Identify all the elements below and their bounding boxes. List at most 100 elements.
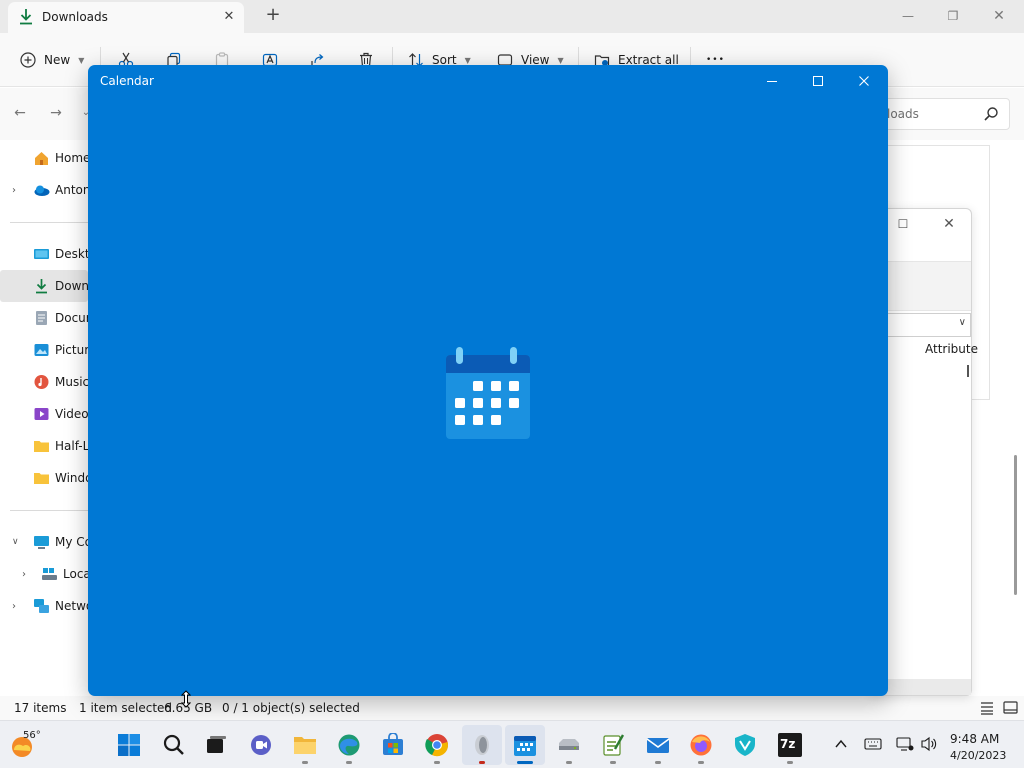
nav-item-folder-windows[interactable]: Windo — [0, 462, 93, 494]
close-icon[interactable]: ✕ — [984, 4, 1014, 28]
start-icon — [118, 734, 140, 756]
volume-icon[interactable] — [920, 736, 938, 752]
7zip-label: 7z — [780, 737, 796, 751]
chrome-button[interactable] — [417, 725, 457, 765]
download-icon — [36, 279, 47, 294]
new-button[interactable]: New ▼ — [20, 49, 84, 71]
document-icon — [36, 311, 47, 325]
folder-icon — [34, 473, 49, 484]
tab-downloads[interactable]: Downloads ✕ — [8, 2, 244, 33]
teams-button[interactable] — [241, 725, 281, 765]
explorer-scrollbar[interactable] — [1014, 455, 1017, 595]
calendar-splash-icon — [446, 347, 530, 439]
chevron-down-icon: ▼ — [78, 55, 85, 65]
chevron-up-icon[interactable] — [834, 737, 848, 751]
nav-item-music[interactable]: Music — [0, 366, 89, 398]
back-arrow-icon[interactable]: ← — [10, 103, 30, 123]
pictures-icon — [34, 344, 49, 356]
nav-item-videos[interactable]: Videos — [0, 398, 95, 430]
start-button[interactable] — [109, 725, 149, 765]
taskbar: 56° 7z 9:48 AM 4/20/2023 — [0, 720, 1024, 768]
drive-button[interactable] — [549, 725, 589, 765]
chevron-right-icon: › — [12, 184, 16, 196]
status-bar: 17 items 1 item selected 6.65 GB 0 / 1 o… — [0, 696, 1024, 720]
window-title: Calendar — [100, 74, 154, 88]
nav-item-folder-half-life[interactable]: Half-L — [0, 430, 89, 462]
running-indicator — [479, 761, 485, 764]
running-indicator — [346, 761, 352, 764]
system-tray: 9:48 AM 4/20/2023 — [828, 725, 1024, 765]
selection-count: 1 item selected — [79, 701, 173, 715]
tab-close-icon[interactable]: ✕ — [219, 7, 239, 27]
local-disk-icon — [42, 568, 57, 580]
weather-widget[interactable]: 56° — [10, 729, 58, 761]
forward-arrow-icon[interactable]: → — [46, 103, 66, 123]
file-explorer-button[interactable] — [285, 725, 325, 765]
nav-item-network[interactable]: › Netwo — [0, 590, 93, 622]
firefox-button[interactable] — [681, 725, 721, 765]
desktop-icon — [34, 249, 49, 259]
nav-item-documents[interactable]: Docur — [0, 302, 91, 334]
running-indicator — [610, 761, 616, 764]
chevron-right-icon: › — [12, 600, 16, 612]
weather-temp: 56° — [23, 730, 41, 741]
nav-item-pictures[interactable]: Pictur — [0, 334, 89, 366]
7zip-button[interactable]: 7z — [770, 725, 810, 765]
edge-icon — [338, 734, 360, 756]
vpn-button[interactable] — [725, 725, 765, 765]
attribute-column-header[interactable]: Attribute — [925, 342, 978, 356]
folder-icon — [34, 441, 49, 452]
calendar-button[interactable] — [505, 725, 545, 765]
view-toggles[interactable] — [980, 700, 1020, 716]
search-icon — [984, 107, 998, 121]
nav-item-downloads[interactable]: Downl — [0, 270, 92, 302]
keyboard-icon[interactable] — [864, 737, 882, 751]
search-box[interactable]: loads — [868, 98, 1010, 130]
nav-item-desktop[interactable]: Deskto — [0, 238, 97, 270]
close-icon[interactable]: ✕ — [938, 215, 960, 233]
search-button[interactable] — [154, 725, 194, 765]
app-icon — [475, 735, 489, 755]
new-tab-button[interactable]: + — [262, 5, 284, 27]
minimize-icon[interactable] — [752, 67, 792, 95]
app-button[interactable] — [462, 725, 502, 765]
divider — [10, 510, 88, 511]
column-resize-handle[interactable] — [967, 365, 969, 377]
notepad-button[interactable] — [593, 725, 633, 765]
teams-icon — [251, 735, 271, 755]
search-placeholder: loads — [887, 107, 919, 121]
running-indicator — [517, 761, 533, 764]
restore-icon[interactable]: ❐ — [938, 4, 968, 28]
running-indicator — [655, 761, 661, 764]
tiles-view-icon — [1003, 701, 1018, 714]
nav-item-local-disk[interactable]: › Loca — [0, 558, 91, 590]
clock-time[interactable]: 9:48 AM — [950, 732, 999, 746]
chevron-down-icon: ∨ — [958, 317, 966, 328]
store-button[interactable] — [373, 725, 413, 765]
minimize-icon[interactable]: — — [893, 4, 923, 28]
tab-title: Downloads — [42, 10, 108, 24]
home-icon — [35, 152, 48, 165]
edge-button[interactable] — [329, 725, 369, 765]
running-indicator — [787, 761, 793, 764]
clock-date[interactable]: 4/20/2023 — [950, 749, 1006, 762]
plus-circle-icon — [20, 52, 36, 68]
nav-item-this-pc[interactable]: ∨ My Co — [0, 526, 92, 558]
maximize-icon[interactable] — [798, 67, 838, 95]
navigation-pane: Home › Anton Deskto Downl Docur Pictur M… — [0, 140, 97, 696]
download-icon — [20, 9, 32, 25]
chevron-down-icon: ▼ — [464, 55, 471, 65]
running-indicator — [434, 761, 440, 764]
divider — [10, 222, 88, 223]
mail-button[interactable] — [638, 725, 678, 765]
close-icon[interactable] — [844, 67, 884, 95]
vpn-icon — [735, 734, 755, 756]
search-icon — [163, 734, 184, 755]
nav-item-home[interactable]: Home — [0, 142, 90, 174]
task-view-button[interactable] — [196, 725, 236, 765]
maximize-icon[interactable]: ☐ — [892, 215, 914, 233]
nav-item-onedrive[interactable]: › Anton — [0, 174, 90, 206]
network-status-icon[interactable] — [896, 736, 914, 752]
running-indicator — [698, 761, 704, 764]
drive-icon — [559, 739, 579, 750]
